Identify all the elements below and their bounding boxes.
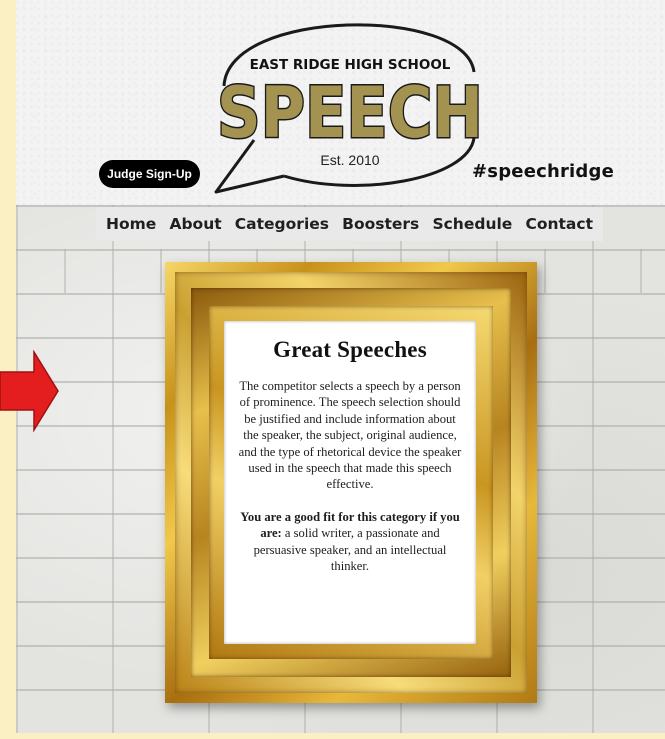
category-fit: You are a good fit for this category if … (224, 509, 476, 575)
school-name: EAST RIDGE HIGH SCHOOL (250, 57, 451, 73)
category-title: Great Speeches (273, 337, 427, 362)
nav-home[interactable]: Home (106, 215, 156, 233)
site-header: EAST RIDGE HIGH SCHOOL SPEECH Est. 2010 … (16, 0, 665, 205)
nav-about[interactable]: About (169, 215, 221, 233)
hashtag-label: #speechridge (472, 161, 615, 182)
established-year: Est. 2010 (320, 152, 379, 168)
arrow-right-icon (0, 350, 59, 432)
nav-categories[interactable]: Categories (235, 215, 329, 233)
gold-picture-frame: Great Speeches The competitor selects a … (165, 262, 537, 703)
fit-text: a solid writer, a passionate and persuas… (253, 526, 447, 574)
logo-word: SPEECH (217, 72, 483, 154)
main-nav: Home About Categories Boosters Schedule … (96, 207, 603, 241)
page: EAST RIDGE HIGH SCHOOL SPEECH Est. 2010 … (16, 0, 665, 733)
nav-schedule[interactable]: Schedule (432, 215, 512, 233)
category-description: The competitor selects a speech by a per… (238, 379, 462, 492)
category-card: Great Speeches The competitor selects a … (224, 321, 476, 644)
judge-signup-button[interactable]: Judge Sign-Up (99, 160, 200, 188)
nav-contact[interactable]: Contact (525, 215, 593, 233)
nav-boosters[interactable]: Boosters (342, 215, 419, 233)
